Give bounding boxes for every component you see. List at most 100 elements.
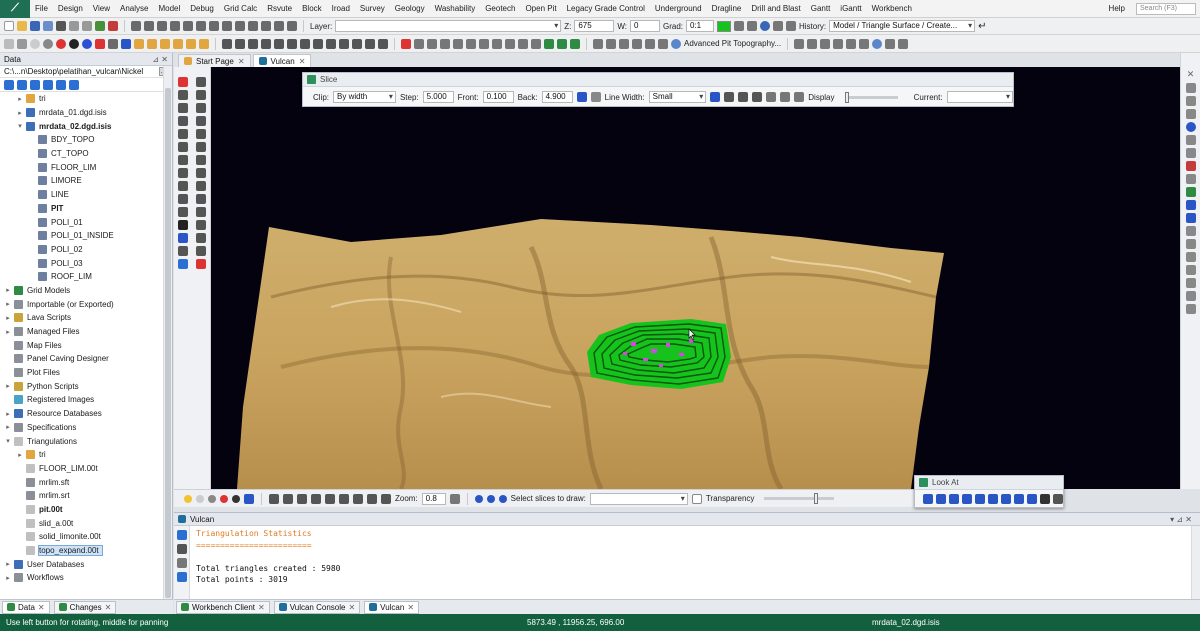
design-d-icon[interactable] [632,38,642,49]
cancel-x-icon[interactable] [401,38,411,49]
menu-analyse[interactable]: Analyse [115,4,153,13]
up-folder-icon[interactable] [17,79,27,90]
menu-model[interactable]: Model [153,4,185,13]
refresh-icon[interactable] [365,38,375,49]
extra-i-icon[interactable] [898,38,909,49]
slice-prev-icon[interactable] [724,92,735,102]
slice-play-icon[interactable] [738,92,749,102]
tool-move-icon[interactable] [196,168,206,178]
shade-yellow-icon[interactable] [184,494,192,503]
select-c-icon[interactable] [440,38,450,49]
pattern-icon[interactable] [747,21,757,31]
tree-item[interactable]: topo_expand.00t [0,544,172,558]
expand-toggle-icon[interactable]: ▾ [4,437,12,445]
folder-b-icon[interactable] [147,38,157,49]
menu-legacy-grade-control[interactable]: Legacy Grade Control [562,4,650,13]
select-e-icon[interactable] [466,38,476,49]
menu-iroad[interactable]: Iroad [327,4,355,13]
tool-mirror-icon[interactable] [196,155,206,165]
design-a-icon[interactable] [593,38,603,49]
settings-icon[interactable] [69,79,79,90]
vp-text-icon[interactable] [339,493,349,504]
right-tool-13-icon[interactable] [1185,239,1196,249]
select-d-icon[interactable] [453,38,463,49]
tree-item[interactable]: Map Files [0,338,172,352]
vp-reset-icon[interactable] [449,493,460,504]
zoom-out-icon[interactable] [274,38,284,49]
tool-select-icon[interactable] [196,77,206,87]
save-as-icon[interactable] [43,21,53,31]
view-3d-icon[interactable] [326,38,336,49]
right-tool-1-icon[interactable] [1185,83,1196,93]
menu-view[interactable]: View [88,4,115,13]
line-style-icon[interactable] [734,21,744,31]
view-arrow-icon[interactable] [1040,494,1050,504]
view-back-icon[interactable] [962,494,972,504]
snap-mid-icon[interactable] [196,21,206,31]
pit-tool-b-icon[interactable] [557,38,567,49]
slices-select[interactable] [589,492,688,505]
shade-white-icon[interactable] [30,38,40,49]
view-iso-c-icon[interactable] [1027,494,1037,504]
tree-item[interactable]: Panel Caving Designer [0,352,172,366]
snap-line-icon[interactable] [157,21,167,31]
tool-polygon-icon[interactable] [178,103,188,113]
step-input[interactable]: 5.000 [422,91,454,103]
tool-brush-icon[interactable] [178,194,188,204]
right-tool-3-icon[interactable] [1185,109,1196,119]
vp-zoom-icon[interactable] [297,493,307,504]
tool-text-icon[interactable] [178,207,188,217]
snap-perp-icon[interactable] [235,21,245,31]
close-icon[interactable]: ✕ [258,603,265,612]
view-plan-icon[interactable] [300,38,310,49]
console-clear-icon[interactable] [176,572,187,582]
menu-survey[interactable]: Survey [355,4,390,13]
filter-icon[interactable] [56,79,66,90]
tree-item[interactable]: PIT [0,202,172,216]
expand-toggle-icon[interactable]: ▸ [4,286,12,294]
tree-item[interactable]: FLOOR_LIM [0,160,172,174]
snap-grid-icon[interactable] [170,21,180,31]
right-tool-18-icon[interactable] [1185,304,1196,314]
right-tool-6-icon[interactable] [1185,148,1196,158]
info-icon[interactable] [760,21,770,31]
shade-blue-icon[interactable] [82,38,92,49]
shade-red-icon[interactable] [56,38,66,49]
view-iso-icon[interactable] [1001,494,1011,504]
menu-file[interactable]: File [30,4,53,13]
snap-icon[interactable] [131,21,141,31]
console-window-controls[interactable]: ▾ ⊿ ✕ [1170,515,1192,524]
tree-item[interactable]: pit.00t [0,503,172,517]
tree-item[interactable]: ▸ Specifications [0,421,172,435]
tool-alert-icon[interactable] [196,246,206,256]
vp-scale-icon[interactable] [353,493,363,504]
menu-washability[interactable]: Washability [430,4,481,13]
slice-stack-icon[interactable] [794,92,805,102]
tool-b-icon[interactable] [17,38,27,49]
back-input[interactable]: 4.900 [541,91,573,103]
design-b-icon[interactable] [606,38,616,49]
tool-corner-icon[interactable] [196,181,206,191]
tree-item[interactable]: ▸ Importable (or Exported) [0,297,172,311]
tree-item[interactable]: ▸ Workflows [0,571,172,582]
menu-open-pit[interactable]: Open Pit [520,4,561,13]
delete-icon[interactable] [108,21,118,31]
close-icon[interactable]: ✕ [105,603,112,612]
tab-changes[interactable]: Changes ✕ [53,600,117,614]
layer-select[interactable] [335,20,562,32]
tree-item[interactable]: ▾ mrdata_02.dgd.isis [0,119,172,133]
tree-item[interactable]: ▸ Python Scripts [0,379,172,393]
scroll-thumb[interactable] [165,88,171,598]
view-aircraft-icon[interactable] [1053,494,1063,504]
tool-grid-icon[interactable] [178,168,188,178]
current-select[interactable] [946,91,1013,103]
menu-drill-and-blast[interactable]: Drill and Blast [746,4,805,13]
home-icon[interactable] [4,79,14,90]
right-tool-10-icon[interactable] [1185,200,1196,210]
expand-toggle-icon[interactable]: ▸ [4,410,12,418]
extra-d-icon[interactable] [833,38,844,49]
console-save-icon[interactable] [176,558,187,568]
shade-grey-icon[interactable] [208,494,216,503]
snap-off-icon[interactable] [274,21,284,31]
expand-toggle-icon[interactable]: ▸ [4,560,12,568]
